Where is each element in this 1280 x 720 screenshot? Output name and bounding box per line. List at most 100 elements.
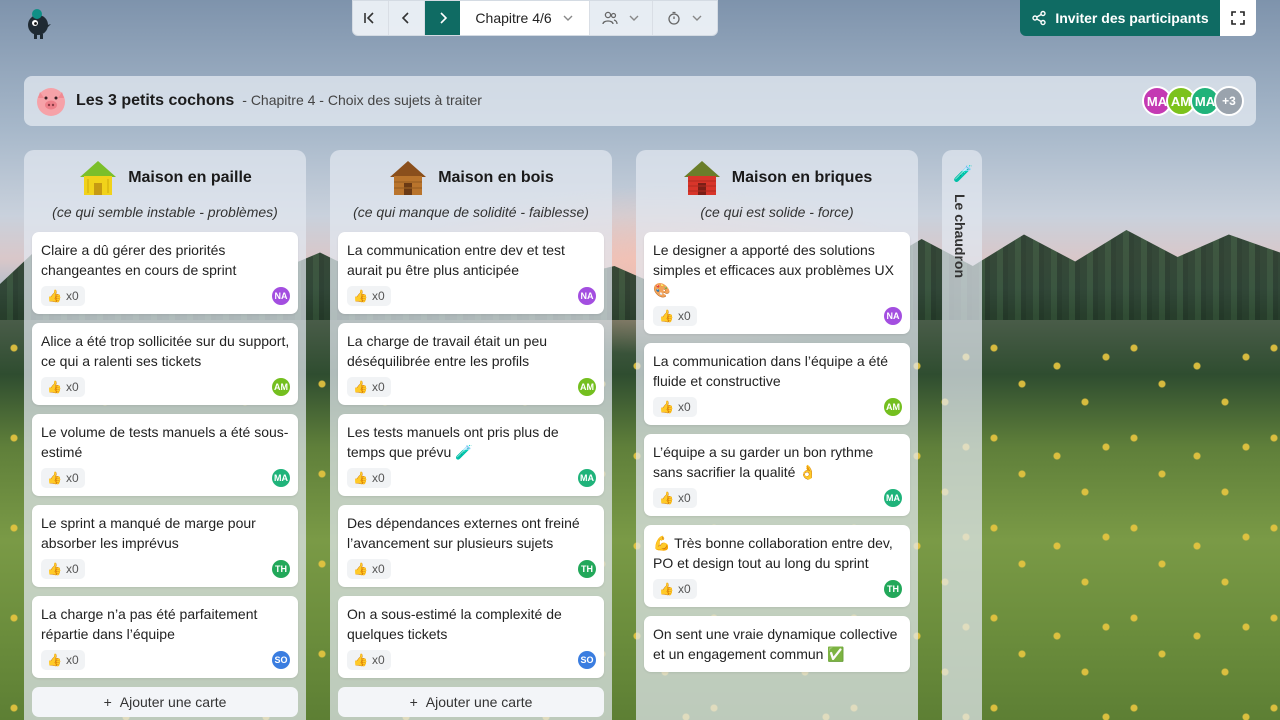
column-title: Maison en briques (731, 169, 873, 186)
vote-button[interactable]: 👍 x0 (41, 286, 85, 306)
retro-card[interactable]: On a sous-estimé la complexité de quelqu… (338, 596, 604, 678)
column-cauldron[interactable]: 🧪 Le chaudron (942, 150, 982, 720)
fullscreen-icon (1231, 11, 1245, 25)
page-subtitle: - Chapitre 4 - Choix des sujets à traite… (242, 92, 482, 108)
vote-button[interactable]: 👍 x0 (41, 377, 85, 397)
vote-count: x0 (65, 380, 79, 394)
vote-button[interactable]: 👍 x0 (347, 286, 391, 306)
vote-count: x0 (371, 653, 385, 667)
retro-card[interactable]: L’équipe a su garder un bon rythme sans … (644, 434, 910, 516)
chevron-down-icon (629, 15, 639, 21)
chapter-select[interactable]: Chapitre 4/6 (460, 1, 590, 35)
cauldron-icon: 🧪 (953, 166, 973, 183)
card-author-avatar: AM (578, 378, 596, 396)
card-author-avatar: NA (578, 287, 596, 305)
skip-start-icon (364, 12, 374, 24)
participant-avatars[interactable]: MA AM MA +3 (1142, 86, 1244, 116)
thumbs-up-icon: 👍 (47, 562, 62, 576)
thumbs-up-icon: 👍 (353, 653, 368, 667)
card-text: Des dépendances externes ont freiné l’av… (347, 515, 580, 551)
card-author-avatar: TH (578, 560, 596, 578)
card-text: La communication dans l’équipe a été flu… (653, 353, 889, 389)
card-author-avatar: NA (272, 287, 290, 305)
users-icon (602, 11, 618, 25)
vote-button[interactable]: 👍 x0 (41, 468, 85, 488)
add-card-label: Ajouter une carte (119, 694, 227, 710)
vote-count: x0 (65, 471, 79, 485)
straw-house-icon (80, 161, 117, 195)
retro-card[interactable]: La communication dans l’équipe a été flu… (644, 343, 910, 425)
next-chapter-button[interactable] (424, 1, 461, 35)
vote-button[interactable]: 👍 x0 (653, 579, 697, 599)
chapter-label: Chapitre 4/6 (475, 10, 552, 26)
vote-button[interactable]: 👍 x0 (41, 650, 85, 670)
card-text: Le sprint a manqué de marge pour absorbe… (41, 515, 256, 551)
vote-count: x0 (371, 562, 385, 576)
brick-house-icon (683, 161, 720, 195)
vote-button[interactable]: 👍 x0 (347, 468, 391, 488)
card-author-avatar: SO (272, 651, 290, 669)
retro-card[interactable]: Le designer a apporté des solutions simp… (644, 232, 910, 334)
add-card-button[interactable]: + Ajouter une carte (338, 687, 604, 717)
vote-button[interactable]: 👍 x0 (653, 306, 697, 326)
card-author-avatar: MA (578, 469, 596, 487)
retro-card[interactable]: Alice a été trop sollicitée sur du suppo… (32, 323, 298, 405)
thumbs-up-icon: 👍 (659, 582, 674, 596)
vote-count: x0 (65, 653, 79, 667)
card-text: On a sous-estimé la complexité de quelqu… (347, 606, 562, 642)
timer-dropdown[interactable] (653, 1, 717, 35)
vote-count: x0 (371, 380, 385, 394)
previous-chapter-button[interactable] (389, 1, 425, 35)
add-card-label: Ajouter une carte (425, 694, 533, 710)
card-author-avatar: NA (884, 307, 902, 325)
page-title: Les 3 petits cochons (76, 92, 235, 109)
more-participants-badge[interactable]: +3 (1214, 86, 1244, 116)
wood-house-icon (390, 161, 427, 195)
card-text: On sent une vraie dynamique collective e… (653, 626, 898, 662)
column-title: Maison en bois (438, 169, 554, 186)
retro-card[interactable]: Le sprint a manqué de marge pour absorbe… (32, 505, 298, 587)
chevron-right-icon (439, 12, 447, 24)
vote-count: x0 (371, 289, 385, 303)
column-title: Maison en paille (128, 169, 252, 186)
thumbs-up-icon: 👍 (47, 471, 62, 485)
retro-card[interactable]: Claire a dû gérer des priorités changean… (32, 232, 298, 314)
retro-card[interactable]: On sent une vraie dynamique collective e… (644, 616, 910, 672)
vote-button[interactable]: 👍 x0 (347, 559, 391, 579)
vote-count: x0 (677, 582, 691, 596)
first-chapter-button[interactable] (353, 1, 389, 35)
cauldron-label: Le chaudron (952, 194, 968, 279)
app-logo[interactable] (22, 6, 54, 40)
fullscreen-button[interactable] (1220, 0, 1256, 36)
card-author-avatar: MA (272, 469, 290, 487)
invite-participants-button[interactable]: Inviter des participants (1020, 0, 1220, 36)
vote-count: x0 (65, 289, 79, 303)
retro-card[interactable]: Des dépendances externes ont freiné l’av… (338, 505, 604, 587)
card-text: La charge n’a pas été parfaitement répar… (41, 606, 258, 642)
thumbs-up-icon: 👍 (353, 562, 368, 576)
vote-button[interactable]: 👍 x0 (347, 650, 391, 670)
vote-button[interactable]: 👍 x0 (41, 559, 85, 579)
add-card-button[interactable]: + Ajouter une carte (32, 687, 298, 717)
chapter-toolbar: Chapitre 4/6 (352, 0, 718, 36)
chevron-down-icon (563, 15, 573, 21)
retro-card[interactable]: Le volume de tests manuels a été sous-es… (32, 414, 298, 496)
pig-icon (37, 88, 65, 116)
retro-card[interactable]: Les tests manuels ont pris plus de temps… (338, 414, 604, 496)
invite-label: Inviter des participants (1055, 10, 1209, 26)
vote-count: x0 (371, 471, 385, 485)
vote-button[interactable]: 👍 x0 (347, 377, 391, 397)
thumbs-up-icon: 👍 (353, 289, 368, 303)
vote-count: x0 (677, 491, 691, 505)
retro-header: Les 3 petits cochons - Chapitre 4 - Choi… (24, 76, 1256, 126)
retro-card[interactable]: La charge n’a pas été parfaitement répar… (32, 596, 298, 678)
vote-button[interactable]: 👍 x0 (653, 397, 697, 417)
participants-dropdown[interactable] (590, 1, 654, 35)
retro-card[interactable]: La communication entre dev et test aurai… (338, 232, 604, 314)
vote-button[interactable]: 👍 x0 (653, 488, 697, 508)
retro-card[interactable]: La charge de travail était un peu déséqu… (338, 323, 604, 405)
thumbs-up-icon: 👍 (47, 653, 62, 667)
column-subtitle: (ce qui manque de solidité - faiblesse) (353, 204, 589, 220)
thumbs-up-icon: 👍 (353, 380, 368, 394)
retro-card[interactable]: 💪 Très bonne collaboration entre dev, PO… (644, 525, 910, 607)
